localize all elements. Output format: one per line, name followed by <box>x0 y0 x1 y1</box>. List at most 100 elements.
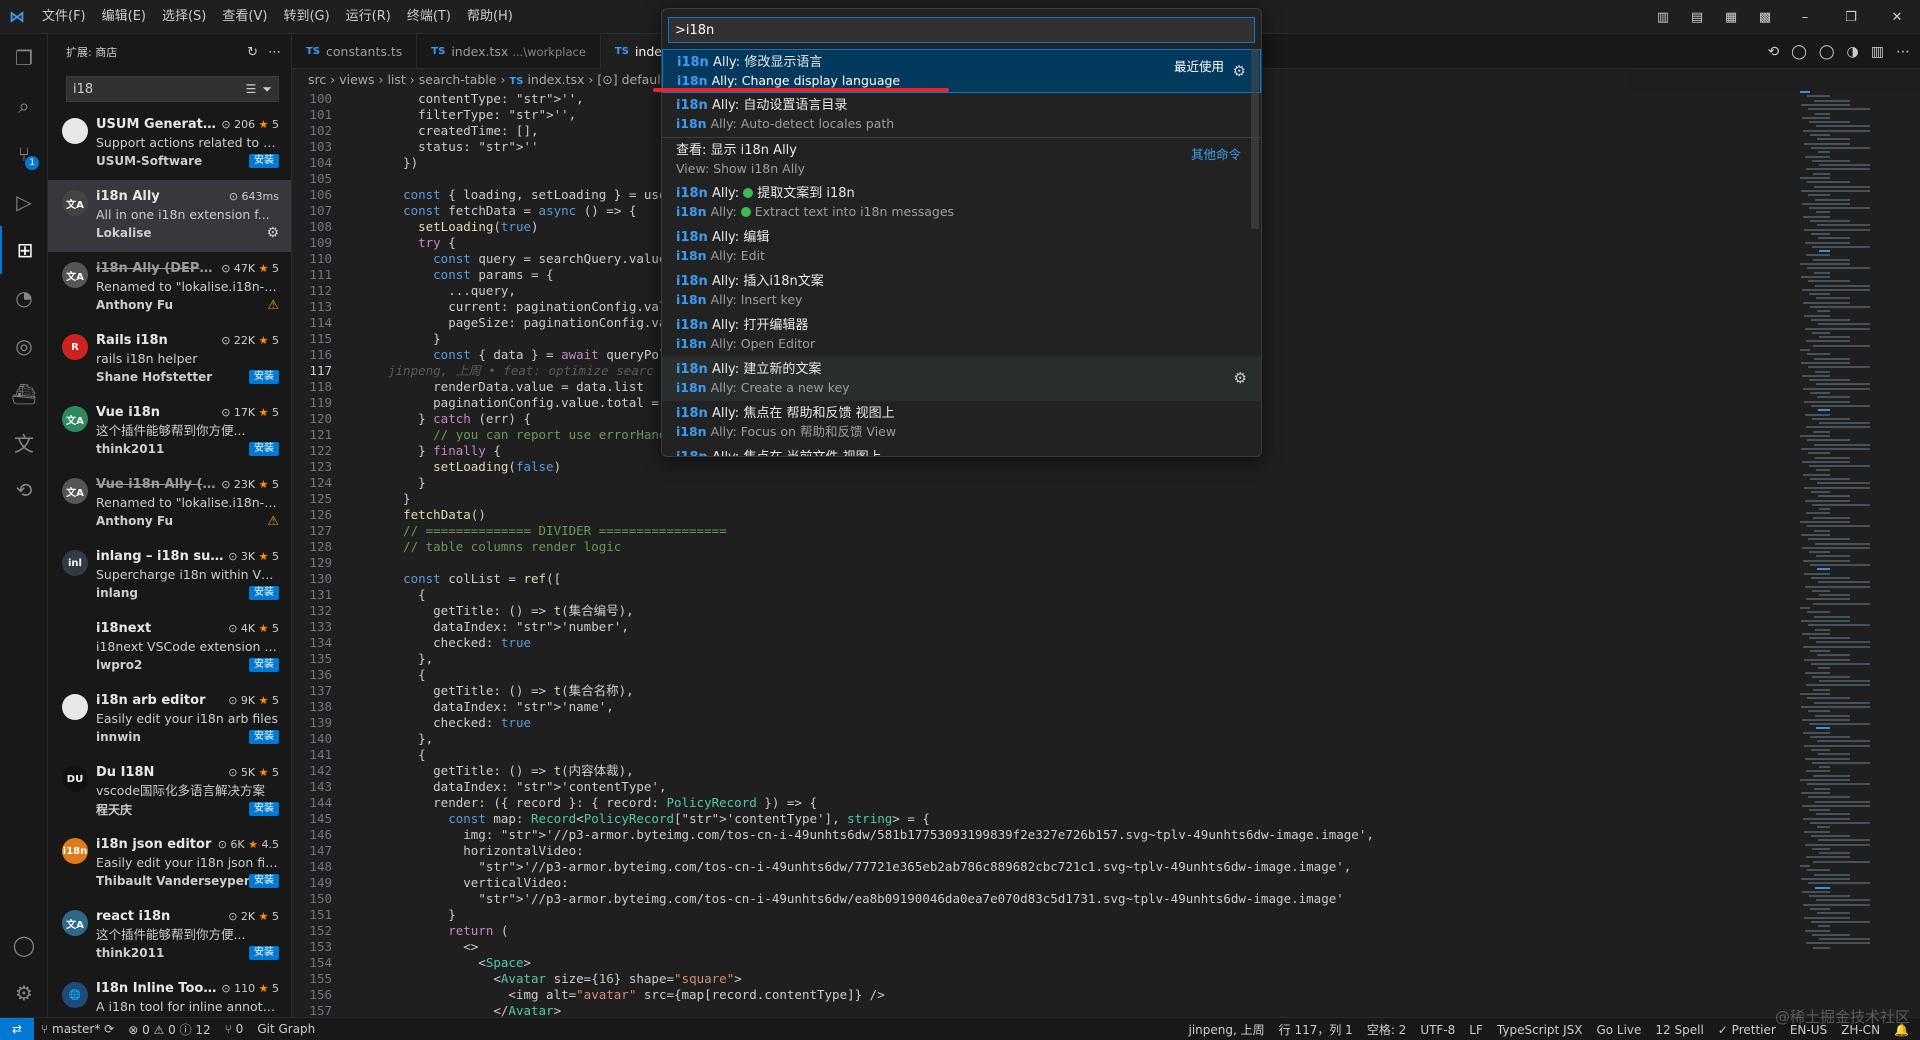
customize-layout-icon[interactable]: ▩ <box>1748 10 1782 25</box>
breadcrumb-item[interactable]: src <box>308 72 326 87</box>
menu-item[interactable]: 运行(R) <box>338 0 399 34</box>
minimap-line <box>1812 933 1850 936</box>
git-graph-icon[interactable]: ◔ <box>0 274 48 322</box>
install-button[interactable]: 安装 <box>249 874 279 888</box>
command-item[interactable]: i18n Ally: 修改显示语言 i18n Ally: Change displ… <box>662 49 1261 93</box>
toggle-panel-icon[interactable]: ▤ <box>1680 10 1714 25</box>
eol-status[interactable]: LF <box>1462 1023 1490 1037</box>
install-button[interactable]: 安装 <box>249 730 279 744</box>
editor-more-icon[interactable]: ⋯ <box>1896 44 1910 60</box>
git-blame-status[interactable]: jinpeng, 上周 <box>1182 1021 1272 1038</box>
breadcrumb-item[interactable]: search-table <box>419 72 497 87</box>
breadcrumb-file[interactable]: index.tsx <box>527 72 584 87</box>
install-button[interactable]: 安装 <box>249 946 279 960</box>
extension-search-input[interactable] <box>73 81 240 97</box>
git-graph-status[interactable]: Git Graph <box>250 1022 322 1036</box>
extension-item[interactable]: 文A i18n Ally ⊙ 643ms All in one i18n extens… <box>48 180 291 252</box>
toggle-secondary-sidebar-icon[interactable]: ▦ <box>1714 10 1748 25</box>
branch-status[interactable]: ⑂ master* ⟳ <box>34 1022 121 1036</box>
menu-item[interactable]: 查看(V) <box>214 0 275 34</box>
minimize-button[interactable]: – <box>1782 10 1828 25</box>
ports-status[interactable]: ⑂ 0 <box>218 1022 251 1036</box>
toggle-primary-sidebar-icon[interactable]: ▥ <box>1646 10 1680 25</box>
extension-item[interactable]: 文A Vue i18n ⊙ 17K ★ 5 这个插件能够帮到你方便... think20… <box>48 396 291 468</box>
configure-keybinding-gear-icon[interactable]: ⚙ <box>1234 369 1247 387</box>
extension-item[interactable]: 文A react i18n ⊙ 2K ★ 5 这个插件能够帮到你方便... think2… <box>48 900 291 972</box>
open-changes-icon[interactable]: ⟲ <box>1767 44 1779 60</box>
restore-button[interactable]: ❐ <box>1828 10 1874 25</box>
menu-item[interactable]: 转到(G) <box>275 0 337 34</box>
explorer-icon[interactable]: ❐ <box>0 34 48 82</box>
filter-icon[interactable]: ⏷ <box>262 82 272 97</box>
extension-item[interactable]: DU Du I18N ⊙ 5K ★ 5 vscode国际化多语言解决方案 程天庆 安装 <box>48 756 291 828</box>
search-icon[interactable]: ⌕ <box>0 82 48 130</box>
command-palette-input[interactable] <box>675 22 1248 38</box>
command-item[interactable]: i18n Ally: 焦点在 帮助和反馈 视图上 i18n Ally: Focus… <box>662 401 1261 445</box>
go-forward-icon[interactable]: ◯ <box>1819 44 1835 60</box>
command-item[interactable]: i18n Ally: 建立新的文案 i18n Ally: Create a new… <box>662 357 1261 401</box>
split-editor-icon[interactable]: ▥ <box>1871 44 1884 60</box>
refresh-icon[interactable]: ↻ <box>247 45 258 60</box>
extension-item[interactable]: R Rails i18n ⊙ 22K ★ 5 rails i18n helper Sha… <box>48 324 291 396</box>
minimap[interactable] <box>1792 91 1920 1017</box>
menu-item[interactable]: 帮助(H) <box>459 0 521 34</box>
command-item[interactable]: i18n Ally: 自动设置语言目录 i18n Ally: Auto-detec… <box>662 93 1261 137</box>
source-control-icon[interactable]: ⑂ 1 <box>0 130 48 178</box>
install-button[interactable]: 安装 <box>249 802 279 816</box>
menu-item[interactable]: 文件(F) <box>34 0 94 34</box>
extension-item[interactable]: 🌐 I18n Inline Tool f...⊙ 110 ★ 5 A i18n to… <box>48 972 291 1017</box>
menu-item[interactable]: 终端(T) <box>399 0 459 34</box>
close-button[interactable]: ✕ <box>1874 10 1920 25</box>
extension-item[interactable]: inl inlang – i18n supe... ⊙ 3K ★ 5 Supercha… <box>48 540 291 612</box>
code-line: 154 <Space> <box>292 955 1792 971</box>
remote-explorer-icon[interactable]: ◎ <box>0 322 48 370</box>
extension-item[interactable]: i18next ⊙ 4K ★ 5 i18next VSCode extension … <box>48 612 291 684</box>
extension-gear-icon[interactable]: ⚙ <box>266 225 279 241</box>
go-live-status[interactable]: Go Live <box>1589 1023 1648 1037</box>
i18n-ally-icon[interactable]: 文 <box>0 418 48 466</box>
editor-tab[interactable]: TS constants.ts <box>292 34 418 69</box>
install-button[interactable]: 安装 <box>249 442 279 456</box>
remote-indicator-icon[interactable]: ⇄ <box>0 1017 34 1040</box>
install-button[interactable]: 安装 <box>249 586 279 600</box>
extension-item[interactable]: i18n arb editor ⊙ 9K ★ 5 Easily edit your … <box>48 684 291 756</box>
editor-tab[interactable]: TS index.tsx ...\workplace <box>417 34 601 69</box>
extensions-icon[interactable]: ⊞ <box>0 226 48 274</box>
extension-item[interactable]: USUM Generate I... ⊙ 206 ★ 5 Support actio… <box>48 108 291 180</box>
command-item[interactable]: i18n Ally: 插入i18n文案 i18n Ally: Insert key <box>662 269 1261 313</box>
breadcrumb-item[interactable]: list <box>387 72 405 87</box>
spell-status[interactable]: 12 Spell <box>1648 1023 1710 1037</box>
menu-item[interactable]: 编辑(E) <box>94 0 154 34</box>
command-item[interactable]: 查看: 显示 i18n Ally View: Show i18n Ally 其他命令 <box>662 137 1261 181</box>
command-item[interactable]: i18n Ally: 提取文案到 i18n i18n Ally: Extract te… <box>662 181 1261 225</box>
docker-icon[interactable]: ⛴ <box>0 370 48 418</box>
clear-filter-icon[interactable]: ☰ <box>246 82 257 96</box>
command-item[interactable]: i18n Ally: 打开编辑器 i18n Ally: Open Editor <box>662 313 1261 357</box>
manage-gear-icon[interactable]: ⚙ <box>0 969 48 1017</box>
more-actions-icon[interactable]: ⋯ <box>268 45 281 60</box>
breadcrumb-symbol[interactable]: default <box>622 72 666 87</box>
problems-status[interactable]: ⊗ 0 ⚠ 0 ⓘ 12 <box>121 1021 217 1038</box>
go-back-icon[interactable]: ◯ <box>1791 44 1807 60</box>
extension-item[interactable]: i18n i18n json editor ⊙ 6K ★ 4.5 Easily edi… <box>48 828 291 900</box>
menu-item[interactable]: 选择(S) <box>154 0 214 34</box>
prettier-status[interactable]: ✓ Prettier <box>1711 1023 1783 1037</box>
palette-scrollbar[interactable] <box>1251 49 1259 229</box>
command-item[interactable]: i18n Ally: 编辑 i18n Ally: Edit <box>662 225 1261 269</box>
indentation-status[interactable]: 空格: 2 <box>1360 1021 1414 1038</box>
encoding-status[interactable]: UTF-8 <box>1413 1023 1462 1037</box>
command-item[interactable]: i18n Ally: 焦点在 当前文件 视图上 <box>662 445 1261 456</box>
install-button[interactable]: 安装 <box>249 154 279 168</box>
install-button[interactable]: 安装 <box>249 370 279 384</box>
breadcrumb-item[interactable]: views <box>339 72 374 87</box>
accounts-icon[interactable]: ◯ <box>0 921 48 969</box>
cursor-position[interactable]: 行 117，列 1 <box>1272 1021 1360 1038</box>
timeline-icon[interactable]: ⟲ <box>0 466 48 514</box>
language-status[interactable]: TypeScript JSX <box>1490 1023 1590 1037</box>
install-button[interactable]: 安装 <box>249 658 279 672</box>
extension-item[interactable]: 文A Vue i18n Ally (DE... ⊙ 23K ★ 5 Renamed t… <box>48 468 291 540</box>
i18n-icon[interactable]: ◑ <box>1847 44 1859 60</box>
run-debug-icon[interactable]: ▷ <box>0 178 48 226</box>
configure-keybinding-gear-icon[interactable]: ⚙ <box>1233 62 1246 80</box>
extension-item[interactable]: 文A i18n Ally (DEPRE...⊙ 47K ★ 5 Renamed to… <box>48 252 291 324</box>
